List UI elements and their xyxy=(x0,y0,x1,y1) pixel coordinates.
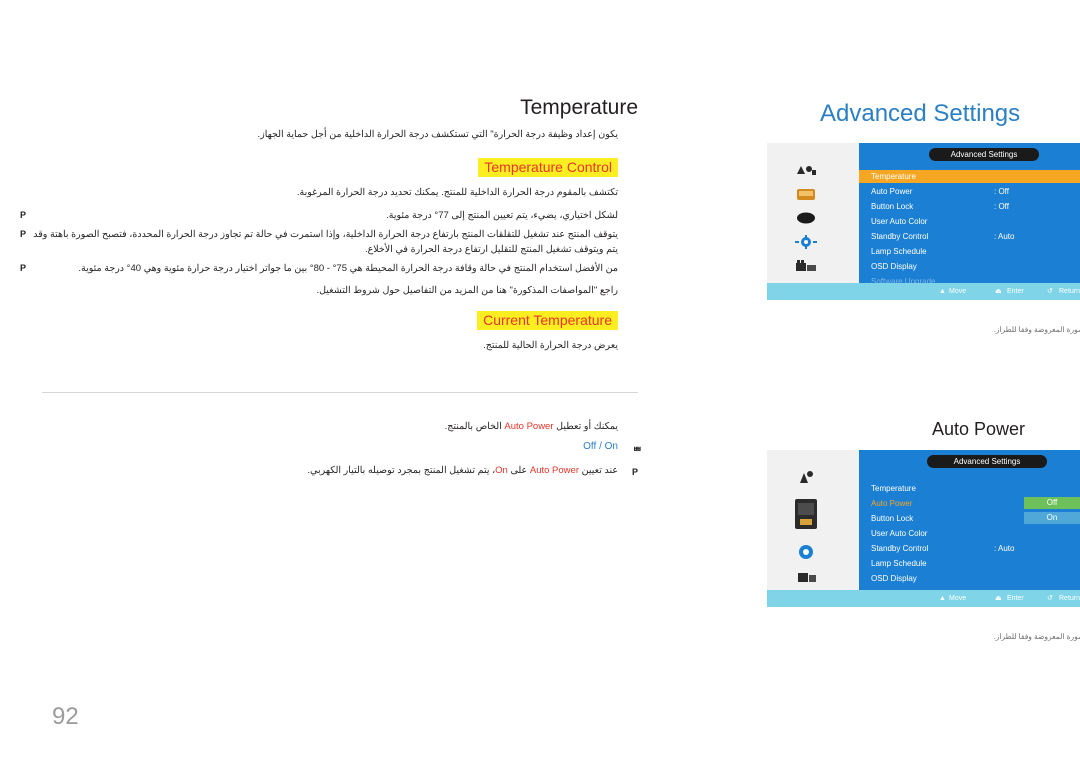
osd2-row-lamp-schedule-label: Lamp Schedule xyxy=(871,559,927,568)
osd1-title: Advanced Settings xyxy=(929,148,1039,161)
support-icon xyxy=(797,570,817,584)
left-content-column: Temperature يكون إعداد وظيفة درجة الحرار… xyxy=(0,0,660,763)
media-icon xyxy=(795,211,817,225)
osd2-row-auto-power-label: Auto Power xyxy=(871,499,913,508)
osd1-row-auto-power-label: Auto Power xyxy=(871,187,913,196)
osd1-row-button-lock-label: Button Lock xyxy=(871,202,914,211)
osd1-menu: Advanced Settings Temperature ▶ Auto Pow… xyxy=(859,143,1080,300)
osd1-row-temperature[interactable]: Temperature ▶ xyxy=(859,170,1080,183)
auto-power-bullet-accent2: On xyxy=(495,465,508,476)
auto-power-options: Off / On xyxy=(583,441,618,452)
osd1-row-lamp-schedule-label: Lamp Schedule xyxy=(871,247,927,256)
osd1-footer: ▲ Move ⏏ Enter ↺ Return ■ xyxy=(767,283,1080,300)
temperature-control-bullet1: لشكل اختياري، يضيء، يتم تعيين المنتج إلى… xyxy=(386,210,618,221)
osd2-caption: قد تختلف الصورة المعروضة وفقا للطراز. xyxy=(993,632,1080,641)
osd2-footer: ▲ Move ⏏ Enter ↺ Return xyxy=(767,590,1080,607)
osd1-row-standby-control[interactable]: Standby Control : Auto ▶ xyxy=(859,230,1080,243)
osd-screenshot-2: Advanced Settings Temperature Auto Power… xyxy=(767,450,1080,607)
osd2-menu: Advanced Settings Temperature Auto Power… xyxy=(859,450,1080,607)
current-temperature-line1: يعرض درجة الحرارة الحالية للمنتج. xyxy=(483,340,618,351)
osd1-row-temperature-label: Temperature xyxy=(871,172,916,181)
section-heading-current-temperature: Current Temperature xyxy=(477,311,618,330)
osd1-row-button-lock[interactable]: Button Lock : Off ▶ xyxy=(859,200,1080,213)
osd2-row-user-auto-color-label: User Auto Color xyxy=(871,529,928,538)
osd1-row-button-lock-value: : Off xyxy=(994,202,1009,211)
temperature-control-bullet3: من الأفضل استخدام المنتج في حالة وقافة د… xyxy=(78,263,618,274)
auto-power-bullet-suffix: ، يتم تشغيل المنتج بمجرد توصيله بالتيار … xyxy=(307,465,496,476)
section-heading-temperature-control: Temperature Control xyxy=(478,158,618,177)
osd1-row-osd-display[interactable]: OSD Display ▶ xyxy=(859,260,1080,273)
arrows-move-icon: ▲ xyxy=(939,595,946,602)
auto-power-title: Auto Power xyxy=(932,419,1026,439)
return-arrow-icon: ↺ xyxy=(1047,595,1053,602)
osd1-row-user-auto-color-label: User Auto Color xyxy=(871,217,928,226)
auto-power-line1-prefix: يمكنك أو تعطيل xyxy=(553,421,618,432)
osd2-row-standby-control-label: Standby Control xyxy=(871,544,929,553)
osd1-row-lamp-schedule[interactable]: Lamp Schedule ▶ xyxy=(859,245,1080,258)
network-icon xyxy=(795,542,817,562)
page-number: 92 xyxy=(52,703,79,730)
enter-key-icon: ⏏ xyxy=(995,288,1002,295)
temperature-control-bullet4: راجع "المواصفات المذكورة" هنا من المزيد … xyxy=(316,285,618,296)
auto-power-accent: Auto Power xyxy=(504,421,554,432)
auto-power-bullet-accent1: Auto Power xyxy=(529,465,579,476)
temperature-control-line1: تكتشف بالمقوم درجة الحرارة الداخلية للمن… xyxy=(296,187,618,198)
osd2-row-temperature-label: Temperature xyxy=(871,484,916,493)
osd1-row-standby-control-label: Standby Control xyxy=(871,232,929,241)
page-title: Temperature xyxy=(520,96,638,119)
osd-screenshot-1: Advanced Settings Temperature ▶ Auto Pow… xyxy=(767,143,1080,300)
bullet-marker-4: P xyxy=(631,467,638,477)
osd2-footer-enter: Enter xyxy=(1007,595,1024,602)
enter-key-icon: ⏏ xyxy=(995,595,1002,602)
temperature-control-bullet2: يتوقف المنتج عند تشغيل للتقلقات المنتج ب… xyxy=(33,229,618,255)
picture-icon xyxy=(797,470,815,486)
osd1-row-user-auto-color[interactable]: User Auto Color ▶ xyxy=(859,215,1080,228)
return-arrow-icon: ↺ xyxy=(1047,288,1053,295)
bullet-marker-options: ᄈ xyxy=(632,447,642,458)
picture-icon xyxy=(795,164,817,177)
advanced-settings-title: Advanced Settings xyxy=(820,100,1021,127)
osd2-row-osd-display-label: OSD Display xyxy=(871,574,917,583)
osd2-row-standby-control[interactable]: Standby Control : Auto xyxy=(859,542,1080,555)
osd2-row-user-auto-color[interactable]: User Auto Color xyxy=(859,527,1080,540)
auto-power-line1-suffix: الخاص بالمنتج. xyxy=(444,421,505,432)
auto-power-bullet: عند تعيين Auto Power على On، يتم تشغيل ا… xyxy=(22,463,618,478)
osd2-footer-return: Return xyxy=(1059,595,1080,602)
osd2-chip-off[interactable]: Off xyxy=(1024,497,1080,509)
osd2-footer-move: Move xyxy=(949,595,967,602)
osd1-footer-return: Return xyxy=(1059,288,1080,295)
media-icon xyxy=(792,497,820,531)
osd2-row-standby-control-value: : Auto xyxy=(994,544,1015,553)
sound-icon xyxy=(795,187,817,201)
auto-power-bullet-mid: على xyxy=(507,465,530,476)
osd2-row-lamp-schedule[interactable]: Lamp Schedule xyxy=(859,557,1080,570)
osd2-title: Advanced Settings xyxy=(927,455,1047,468)
osd2-row-osd-display[interactable]: OSD Display xyxy=(859,572,1080,585)
osd1-footer-move: Move xyxy=(949,288,967,295)
osd1-row-auto-power[interactable]: Auto Power : Off ▶ xyxy=(859,185,1080,198)
support-icon xyxy=(795,259,819,274)
network-icon xyxy=(795,235,817,249)
osd1-caption: قد تختلف الصورة المعروضة وفقا للطراز. xyxy=(993,325,1080,334)
osd2-row-button-lock-label: Button Lock xyxy=(871,514,914,523)
osd2-row-temperature[interactable]: Temperature xyxy=(859,482,1080,495)
right-content-column: Advanced Settings Advanced Settings Temp… xyxy=(660,0,1080,763)
osd1-row-auto-power-value: : Off xyxy=(994,187,1009,196)
osd1-row-standby-control-value: : Auto xyxy=(994,232,1015,241)
divider xyxy=(42,392,638,393)
intro-paragraph: يكون إعداد وظيفة درجة الحرارة" التي تستك… xyxy=(257,129,618,140)
osd2-chip-on[interactable]: On xyxy=(1024,512,1080,524)
auto-power-bullet-prefix: عند تعيين xyxy=(579,465,618,476)
auto-power-line1: يمكنك أو تعطيل Auto Power الخاص بالمنتج. xyxy=(22,419,618,434)
arrows-move-icon: ▲ xyxy=(939,288,946,295)
osd1-row-osd-display-label: OSD Display xyxy=(871,262,917,271)
osd1-footer-enter: Enter xyxy=(1007,288,1024,295)
